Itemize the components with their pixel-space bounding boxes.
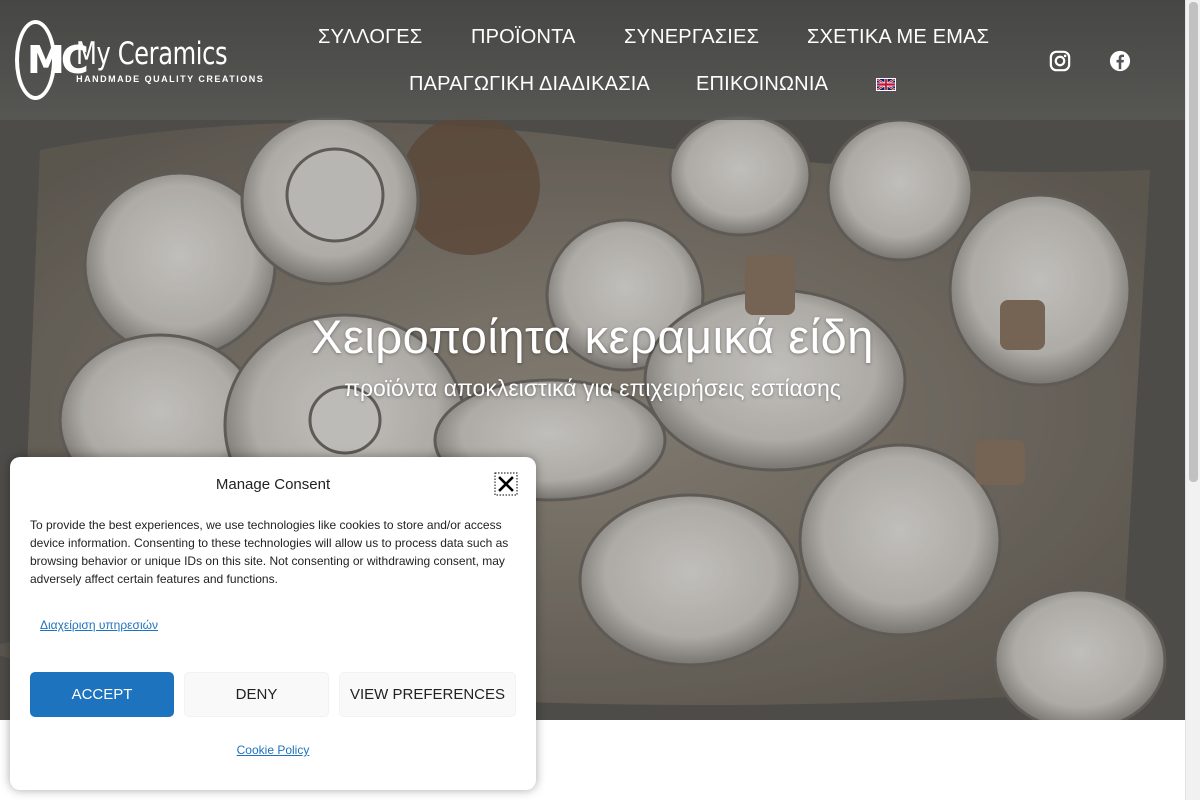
consent-title: Manage Consent <box>215 476 331 493</box>
scrollbar-thumb[interactable] <box>1189 2 1198 482</box>
nav-item-contact[interactable]: ΕΠΙΚΟΙΝΩΝΙΑ <box>696 73 828 96</box>
logo-brand: My Ceramics <box>76 36 228 72</box>
nav-item-partnerships[interactable]: ΣΥΝΕΡΓΑΣΙΕΣ <box>624 26 759 49</box>
nav-item-collections[interactable]: ΣΥΛΛΟΓΕΣ <box>318 26 422 49</box>
page-scrollbar[interactable] <box>1185 0 1200 800</box>
hero-title: Χειροποίητα κεραμικά είδη <box>311 310 874 363</box>
accept-button[interactable]: ACCEPT <box>30 672 174 717</box>
consent-dialog: Manage Consent To provide the best exper… <box>10 457 536 790</box>
nav-item-production-process[interactable]: ΠΑΡΑΓΩΓΙΚΗ ΔΙΑΔΙΚΑΣΙΑ <box>409 73 650 96</box>
deny-button[interactable]: DENY <box>184 672 329 717</box>
site-header: MC My Ceramics HANDMADE QUALITY CREATION… <box>0 0 1185 120</box>
logo-mark: MC <box>15 20 89 100</box>
instagram-icon[interactable] <box>1049 50 1071 72</box>
nav-item-products[interactable]: ΠΡΟΪΟΝΤΑ <box>471 26 576 49</box>
close-icon[interactable] <box>494 472 518 496</box>
uk-flag-icon[interactable] <box>876 78 896 91</box>
nav-item-about[interactable]: ΣΧΕΤΙΚΑ ΜΕ ΕΜΑΣ <box>807 26 989 49</box>
manage-services-link[interactable]: Διαχείριση υπηρεσιών <box>40 618 158 632</box>
page: Χειροποίητα κεραμικά είδη προϊόντα αποκλ… <box>0 0 1200 800</box>
logo-text: My Ceramics HANDMADE QUALITY CREATIONS <box>76 36 270 84</box>
hero-subtitle: προϊόντα αποκλειστικά για επιχειρήσεις ε… <box>344 375 841 401</box>
facebook-icon[interactable] <box>1109 50 1131 72</box>
cookie-policy-link[interactable]: Cookie Policy <box>10 743 536 757</box>
consent-message: To provide the best experiences, we use … <box>30 518 509 586</box>
view-preferences-button[interactable]: VIEW PREFERENCES <box>339 672 516 717</box>
site-logo[interactable]: MC My Ceramics HANDMADE QUALITY CREATION… <box>15 19 270 101</box>
logo-tagline: HANDMADE QUALITY CREATIONS <box>76 74 265 84</box>
